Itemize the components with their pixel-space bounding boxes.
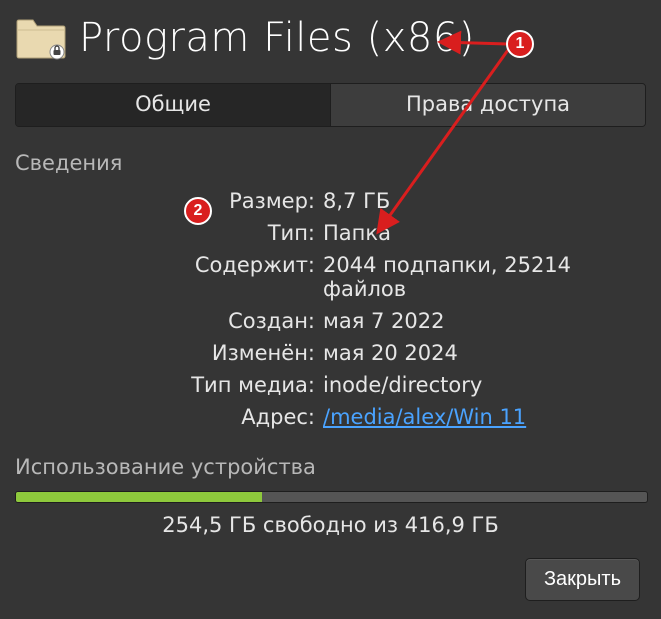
properties-window: Program Files (x86) Общие Права доступа … (0, 0, 661, 619)
media-type-value: inode/directory (323, 373, 646, 397)
device-usage-fill (16, 492, 262, 502)
contains-value: 2044 подпапки, 25214 файлов (323, 253, 646, 301)
details-section-title: Сведения (15, 151, 646, 175)
modified-value: мая 20 2024 (323, 341, 646, 365)
page-title: Program Files (x86) (79, 15, 475, 61)
modified-label: Изменён: (15, 341, 315, 365)
tab-permissions[interactable]: Права доступа (330, 84, 645, 126)
tab-general[interactable]: Общие (16, 84, 330, 126)
created-value: мая 7 2022 (323, 309, 646, 333)
annotation-badge-1: 1 (506, 30, 534, 58)
folder-locked-icon (15, 16, 67, 60)
size-value: 8,7 ГБ (323, 189, 646, 213)
contains-label: Содержит: (15, 253, 315, 301)
tab-bar: Общие Права доступа (15, 83, 646, 127)
usage-section-title: Использование устройства (15, 455, 646, 479)
type-value: Папка (323, 221, 646, 245)
created-label: Создан: (15, 309, 315, 333)
details-grid: Размер: 8,7 ГБ Тип: Папка Содержит: 2044… (15, 189, 646, 429)
address-link[interactable]: /media/alex/Win 11 (323, 405, 526, 429)
device-usage-bar (15, 491, 648, 503)
title-row: Program Files (x86) (15, 15, 646, 61)
device-usage-text: 254,5 ГБ свободно из 416,9 ГБ (15, 513, 646, 537)
footer: Закрыть (15, 542, 646, 619)
size-label: Размер: (15, 189, 315, 213)
annotation-badge-2: 2 (184, 197, 212, 225)
address-label: Адрес: (15, 405, 315, 429)
close-button[interactable]: Закрыть (525, 558, 640, 601)
media-type-label: Тип медиа: (15, 373, 315, 397)
type-label: Тип: (15, 221, 315, 245)
